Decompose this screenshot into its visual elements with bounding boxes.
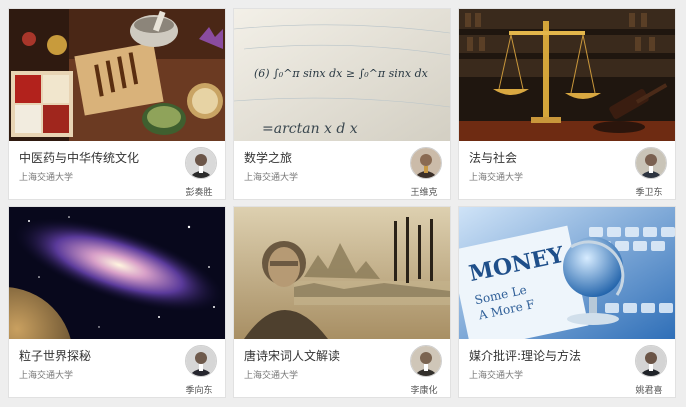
course-card[interactable]: (6) ∫₀^π sinx dx ≥ ∫₀^π sinx dx =arctan … [233,8,451,200]
course-school: 上海交通大学 [469,173,524,183]
teacher-avatar[interactable] [635,345,667,377]
course-school: 上海交通大学 [19,173,74,183]
teacher-avatar[interactable] [410,147,442,179]
teacher-name: 季向东 [185,386,213,396]
course-card[interactable]: 法与社会 上海交通大学 季卫东 [458,8,676,200]
course-title[interactable]: 唐诗宋词人文解读 [244,347,340,364]
teacher-portrait-icon [186,346,216,376]
teacher-portrait-icon [411,148,441,178]
teacher-avatar[interactable] [410,345,442,377]
course-title[interactable]: 粒子世界探秘 [19,347,91,364]
course-card[interactable]: 中医药与中华传统文化 上海交通大学 彭奏胜 [8,8,226,200]
course-school: 上海交通大学 [244,173,299,183]
course-thumbnail[interactable] [9,9,225,141]
course-thumbnail[interactable]: (6) ∫₀^π sinx dx ≥ ∫₀^π sinx dx =arctan … [234,9,450,141]
teacher-portrait-icon [411,346,441,376]
justice-scales-gavel-image [459,9,675,141]
formula-text: (6) ∫₀^π sinx dx ≥ ∫₀^π sinx dx [254,67,429,80]
galaxy-space-image [9,207,225,339]
course-school: 上海交通大学 [244,371,299,381]
course-title[interactable]: 数学之旅 [244,149,292,166]
course-title[interactable]: 中医药与中华传统文化 [19,149,139,166]
newspaper-globe-keyboard-image: MONEY Some Le A More F [459,207,675,339]
teacher-avatar[interactable] [185,147,217,179]
teacher-name: 王维克 [410,188,438,198]
course-thumbnail[interactable] [234,207,450,339]
teacher-name: 李康化 [410,386,438,396]
teacher-portrait-icon [186,148,216,178]
teacher-avatar[interactable] [185,345,217,377]
teacher-name: 彭奏胜 [185,188,213,198]
course-school: 上海交通大学 [19,371,74,381]
course-school: 上海交通大学 [469,371,524,381]
course-thumbnail[interactable]: MONEY Some Le A More F [459,207,675,339]
teacher-portrait-icon [636,346,666,376]
teacher-portrait-icon [636,148,666,178]
course-thumbnail[interactable] [459,9,675,141]
course-grid: 中医药与中华传统文化 上海交通大学 彭奏胜 (6) ∫₀^π sinx dx ≥… [0,0,686,407]
course-title[interactable]: 法与社会 [469,149,517,166]
teacher-name: 姚君喜 [635,386,663,396]
landscape-poetry-portrait-image [234,207,450,339]
course-card[interactable]: 粒子世界探秘 上海交通大学 季向东 [8,206,226,398]
course-card[interactable]: 唐诗宋词人文解读 上海交通大学 李康化 [233,206,451,398]
math-formula-paper-image: (6) ∫₀^π sinx dx ≥ ∫₀^π sinx dx =arctan … [234,9,450,141]
course-title[interactable]: 媒介批评:理论与方法 [469,347,581,364]
teacher-name: 季卫东 [635,188,663,198]
formula-bottom-text: =arctan x d x [262,121,358,137]
course-thumbnail[interactable] [9,207,225,339]
course-card[interactable]: MONEY Some Le A More F 媒介批评:理论与方法 上海交通大学… [458,206,676,398]
chinese-medicine-herbs-image [9,9,225,141]
teacher-avatar[interactable] [635,147,667,179]
